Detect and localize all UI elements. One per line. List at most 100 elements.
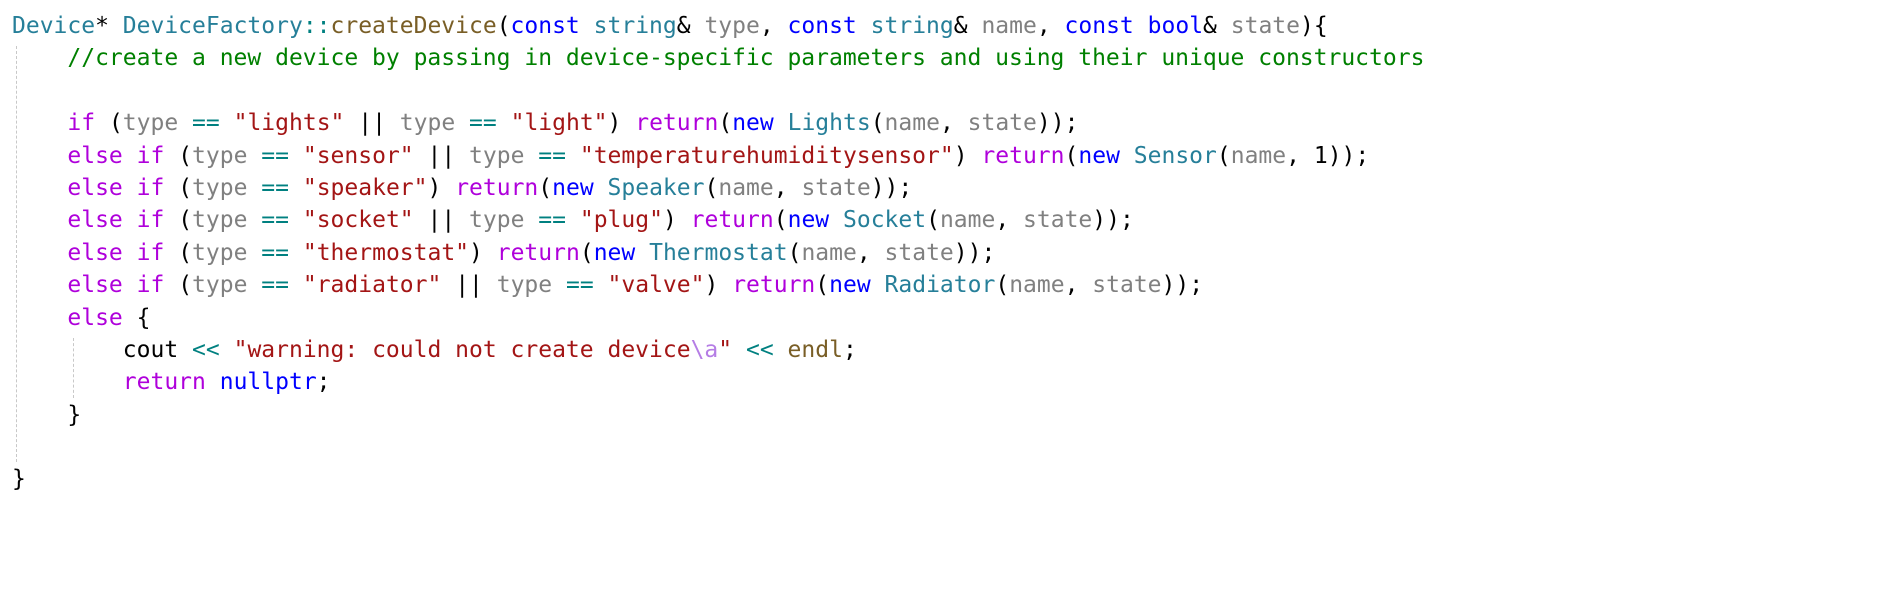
- code-token: return: [981, 142, 1065, 169]
- code-token: name: [1230, 142, 1287, 169]
- code-token: }: [67, 401, 82, 428]
- code-token: (: [164, 272, 193, 299]
- code-line[interactable]: return nullptr;: [12, 366, 1424, 398]
- code-token: if: [136, 207, 165, 234]
- code-token: {: [122, 304, 151, 331]
- code-line[interactable]: else if (type == "thermostat") return(ne…: [12, 237, 1424, 269]
- code-token: ==: [192, 110, 220, 137]
- code-token: ): [662, 207, 691, 234]
- code-token: ": [718, 336, 733, 363]
- code-token: new: [829, 272, 871, 299]
- code-token: (: [718, 110, 733, 137]
- code-token: name: [801, 239, 857, 266]
- code-token: <<: [192, 336, 220, 363]
- code-line[interactable]: else if (type == "socket" || type == "pl…: [12, 204, 1424, 236]
- code-token: else: [67, 272, 123, 299]
- code-token: ==: [565, 272, 594, 299]
- code-token: ,: [1064, 272, 1093, 299]
- code-token: const: [787, 13, 857, 39]
- code-token: *: [95, 13, 123, 39]
- code-token: <<: [745, 336, 774, 363]
- code-token: ): [427, 174, 456, 201]
- code-token: ;: [842, 336, 857, 363]
- code-token: ==: [538, 207, 566, 234]
- code-token: Device: [12, 13, 96, 39]
- code-token: return: [122, 369, 206, 396]
- code-token: type: [496, 272, 553, 299]
- code-token: Radiator: [884, 272, 996, 299]
- code-token: (: [870, 110, 885, 137]
- code-token: "valve": [607, 272, 705, 299]
- code-token: 1: [1313, 142, 1328, 169]
- code-token: type: [399, 110, 456, 137]
- code-token: (: [773, 207, 788, 234]
- code-token: const: [510, 13, 580, 39]
- code-token: ));: [953, 239, 996, 266]
- code-token: "plug": [579, 207, 663, 234]
- code-line[interactable]: }: [12, 463, 1424, 495]
- code-token: (: [926, 207, 940, 234]
- code-token: ));: [1092, 207, 1134, 234]
- code-token: type: [192, 207, 248, 234]
- code-line[interactable]: }: [12, 399, 1424, 431]
- code-token: ||: [344, 110, 400, 137]
- code-line[interactable]: //create a new device by passing in devi…: [12, 42, 1424, 74]
- code-line[interactable]: cout << "warning: could not create devic…: [12, 334, 1424, 366]
- code-token: ,: [995, 207, 1024, 234]
- code-editor[interactable]: Device* DeviceFactory::createDevice(cons…: [0, 0, 1883, 605]
- code-token: string: [593, 13, 677, 39]
- code-token: //create a new device by passing in devi…: [67, 45, 1425, 72]
- code-token: type: [469, 207, 525, 234]
- code-line[interactable]: else if (type == "sensor" || type == "te…: [12, 140, 1424, 172]
- code-token: if: [136, 272, 165, 299]
- code-token: ,: [1036, 13, 1065, 39]
- code-token: ,: [759, 13, 788, 39]
- code-token: type: [122, 110, 179, 137]
- code-token: state: [967, 110, 1037, 137]
- code-line[interactable]: Device* DeviceFactory::createDevice(cons…: [12, 10, 1424, 42]
- code-token: ));: [1327, 142, 1370, 169]
- code-token: (: [538, 174, 553, 201]
- code-token: if: [136, 174, 165, 201]
- code-token: ,: [1286, 142, 1314, 169]
- code-token: (: [496, 13, 511, 39]
- code-line[interactable]: else if (type == "radiator" || type == "…: [12, 269, 1424, 301]
- code-token: "light": [510, 110, 608, 137]
- code-token: return: [455, 174, 539, 201]
- code-token: ==: [261, 174, 289, 201]
- code-token: else: [67, 207, 123, 234]
- code-token: type: [704, 13, 760, 39]
- code-token: new: [593, 239, 636, 266]
- code-line[interactable]: if (type == "lights" || type == "light")…: [12, 107, 1424, 139]
- code-token: bool: [1147, 13, 1204, 39]
- code-token: ||: [413, 207, 470, 234]
- code-line[interactable]: ​: [12, 431, 1424, 463]
- code-token: ==: [261, 207, 289, 234]
- code-token: ): [469, 239, 497, 266]
- code-token: Speaker: [607, 174, 705, 201]
- code-token: (: [1216, 142, 1231, 169]
- code-token: return: [690, 207, 774, 234]
- code-token: (: [787, 239, 802, 266]
- code-token: type: [192, 239, 248, 266]
- code-line[interactable]: else {: [12, 302, 1424, 334]
- code-line[interactable]: else if (type == "speaker") return(new S…: [12, 172, 1424, 204]
- code-content[interactable]: Device* DeviceFactory::createDevice(cons…: [12, 10, 1424, 496]
- code-token: name: [884, 110, 940, 137]
- code-line[interactable]: ​: [12, 75, 1424, 107]
